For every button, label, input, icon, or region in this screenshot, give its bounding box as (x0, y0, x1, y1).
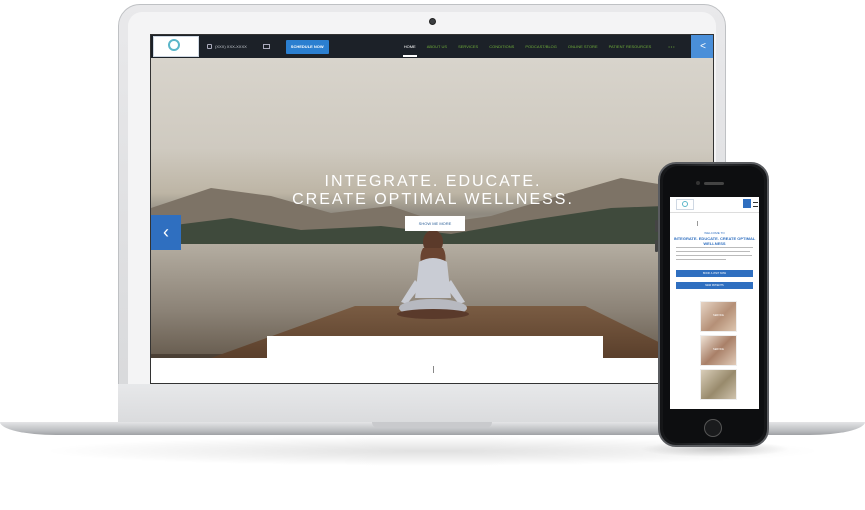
logo-ring-icon (168, 39, 180, 51)
mobile-share-icon[interactable] (743, 199, 751, 208)
carousel-prev-button[interactable]: ‹ (151, 215, 181, 250)
phone-screen: WELCOME TO INTEGRATE. EDUCATE. CREATE OP… (670, 197, 759, 409)
share-icon: < (700, 41, 706, 52)
mobile-welcome-small: WELCOME TO (704, 231, 725, 235)
mobile-welcome-title: INTEGRATE. EDUCATE. CREATE OPTIMAL WELLN… (673, 236, 756, 246)
schedule-now-label: SCHEDULE NOW (290, 44, 324, 49)
hamburger-menu-icon[interactable] (753, 202, 758, 207)
logo-ring-icon (682, 201, 688, 207)
paragraph-lines-placeholder (676, 247, 753, 260)
menu-item-store[interactable]: ONLINE STORE (567, 44, 599, 49)
mobile-book-button[interactable]: BOOK A VISIT NOW (676, 270, 753, 277)
phone-speaker (704, 182, 724, 185)
menu-item-about[interactable]: ABOUT US (426, 44, 448, 49)
accessibility-icon[interactable] (262, 44, 270, 49)
menu-item-conditions[interactable]: CONDITIONS (488, 44, 515, 49)
hero-title-line1: INTEGRATE. EDUCATE. (324, 173, 542, 190)
service-thumbnail[interactable] (700, 369, 737, 400)
more-menu-icon[interactable]: ••• (667, 44, 676, 49)
mobile-book-label: BOOK A VISIT NOW (702, 272, 726, 275)
share-button[interactable]: < (691, 35, 713, 58)
site-menu: HOME ABOUT US SERVICES CONDITIONS PODCAS… (402, 35, 677, 58)
site-phone[interactable]: (XXX) XXX-XXXX (207, 44, 247, 49)
thumb-label: SERVICE (713, 348, 724, 351)
device-mockup: (XXX) XXX-XXXX SCHEDULE NOW HOME ABOUT U… (0, 0, 865, 510)
site-logo[interactable] (153, 36, 199, 57)
laptop-camera (429, 18, 436, 25)
mobile-logo[interactable] (676, 199, 694, 210)
meditating-person-illustration (397, 230, 469, 319)
menu-item-services[interactable]: SERVICES (457, 44, 479, 49)
show-me-more-label: SHOW ME MORE (418, 221, 452, 226)
show-me-more-button[interactable]: SHOW ME MORE (405, 216, 465, 231)
laptop-screen: (XXX) XXX-XXXX SCHEDULE NOW HOME ABOUT U… (150, 34, 714, 384)
chevron-left-icon: ‹ (163, 222, 169, 242)
hero-title-line2: CREATE OPTIMAL WELLNESS. (292, 191, 574, 208)
schedule-now-button[interactable]: SCHEDULE NOW (285, 39, 329, 54)
text-cursor (433, 366, 434, 373)
phone-icon (207, 44, 212, 49)
hero-banner: INTEGRATE. EDUCATE. CREATE OPTIMAL WELLN… (151, 58, 713, 358)
laptop-chin (118, 384, 726, 426)
mobile-new-patients-button[interactable]: NEW PATIENTS (676, 282, 753, 289)
laptop-notch (372, 422, 492, 428)
service-thumbnail[interactable]: SERVICE (700, 301, 737, 332)
service-thumbnail[interactable]: SERVICE (700, 335, 737, 366)
thumb-label: SERVICE (713, 314, 724, 317)
mobile-navbar (670, 197, 759, 213)
site-navbar: (XXX) XXX-XXXX SCHEDULE NOW HOME ABOUT U… (151, 35, 713, 58)
text-cursor (697, 221, 698, 226)
mobile-intro-paragraph (676, 246, 753, 266)
mobile-new-patients-label: NEW PATIENTS (705, 284, 724, 287)
menu-item-resources[interactable]: PATIENT RESOURCES (608, 44, 653, 49)
content-panel (267, 336, 603, 383)
phone-home-button (704, 419, 722, 437)
site-phone-text: (XXX) XXX-XXXX (215, 44, 247, 49)
menu-item-home[interactable]: HOME (402, 44, 417, 57)
menu-item-podcast[interactable]: PODCAST/BLOG (524, 44, 558, 49)
phone-front-camera (696, 181, 700, 185)
